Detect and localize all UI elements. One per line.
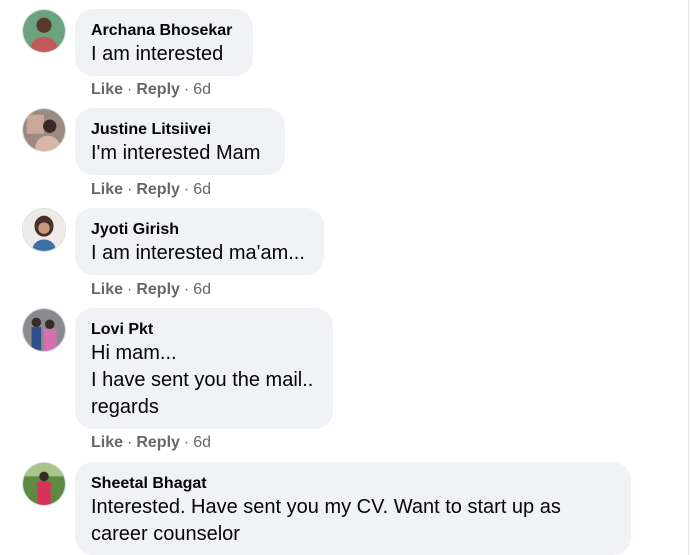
comment-author[interactable]: Lovi Pkt xyxy=(91,320,317,340)
comment-list: Archana Bhosekar I am interested Like · Re… xyxy=(0,0,691,555)
separator-dot: · xyxy=(183,81,190,98)
scrollbar-track[interactable] xyxy=(688,0,689,555)
comment-actions: Like · Reply · 6d xyxy=(91,180,211,200)
like-button[interactable]: Like xyxy=(91,434,123,451)
reply-button[interactable]: Reply xyxy=(136,181,180,198)
reply-button[interactable]: Reply xyxy=(136,281,180,298)
comment-bubble: Sheetal Bhagat Interested. Have sent you… xyxy=(75,462,631,555)
comment-text: I am interested xyxy=(91,43,224,65)
avatar[interactable] xyxy=(22,9,66,53)
avatar[interactable] xyxy=(22,308,66,352)
comment-actions: Like · Reply · 6d xyxy=(91,280,211,300)
comment-actions: Like · Reply · 6d xyxy=(91,433,211,453)
separator-dot: · xyxy=(127,281,133,298)
like-button[interactable]: Like xyxy=(91,181,123,198)
avatar[interactable] xyxy=(22,462,66,506)
comment-timestamp[interactable]: 6d xyxy=(193,81,211,98)
comment-text: I'm interested Mam xyxy=(91,142,261,164)
avatar[interactable] xyxy=(22,208,66,252)
comment-timestamp[interactable]: 6d xyxy=(193,434,211,451)
comment-author[interactable]: Justine Litsiivei xyxy=(91,120,269,140)
reply-button[interactable]: Reply xyxy=(136,81,180,98)
separator-dot: · xyxy=(127,181,133,198)
comment-bubble: Lovi Pkt Hi mam... I have sent you the m… xyxy=(75,308,333,429)
comment-bubble: Justine Litsiivei I'm interested Mam xyxy=(75,108,285,175)
comment-author[interactable]: Jyoti Girish xyxy=(91,220,308,240)
comment-author[interactable]: Sheetal Bhagat xyxy=(91,474,615,494)
comment-timestamp[interactable]: 6d xyxy=(193,181,211,198)
comment-bubble: Archana Bhosekar I am interested xyxy=(75,9,253,76)
comment-author[interactable]: Archana Bhosekar xyxy=(91,21,237,41)
comment-actions: Like · Reply · 6d xyxy=(91,80,211,100)
separator-dot: · xyxy=(127,434,133,451)
comment-text: Hi mam... I have sent you the mail.. reg… xyxy=(91,342,314,418)
like-button[interactable]: Like xyxy=(91,281,123,298)
separator-dot: · xyxy=(183,281,190,298)
comment-bubble: Jyoti Girish I am interested ma'am... xyxy=(75,208,324,275)
like-button[interactable]: Like xyxy=(91,81,123,98)
comment-text: I am interested ma'am... xyxy=(91,242,305,264)
separator-dot: · xyxy=(183,181,190,198)
comment-text: Interested. Have sent you my CV. Want to… xyxy=(91,496,561,545)
comment-timestamp[interactable]: 6d xyxy=(193,281,211,298)
separator-dot: · xyxy=(127,81,133,98)
reply-button[interactable]: Reply xyxy=(136,434,180,451)
separator-dot: · xyxy=(183,434,190,451)
avatar[interactable] xyxy=(22,108,66,152)
